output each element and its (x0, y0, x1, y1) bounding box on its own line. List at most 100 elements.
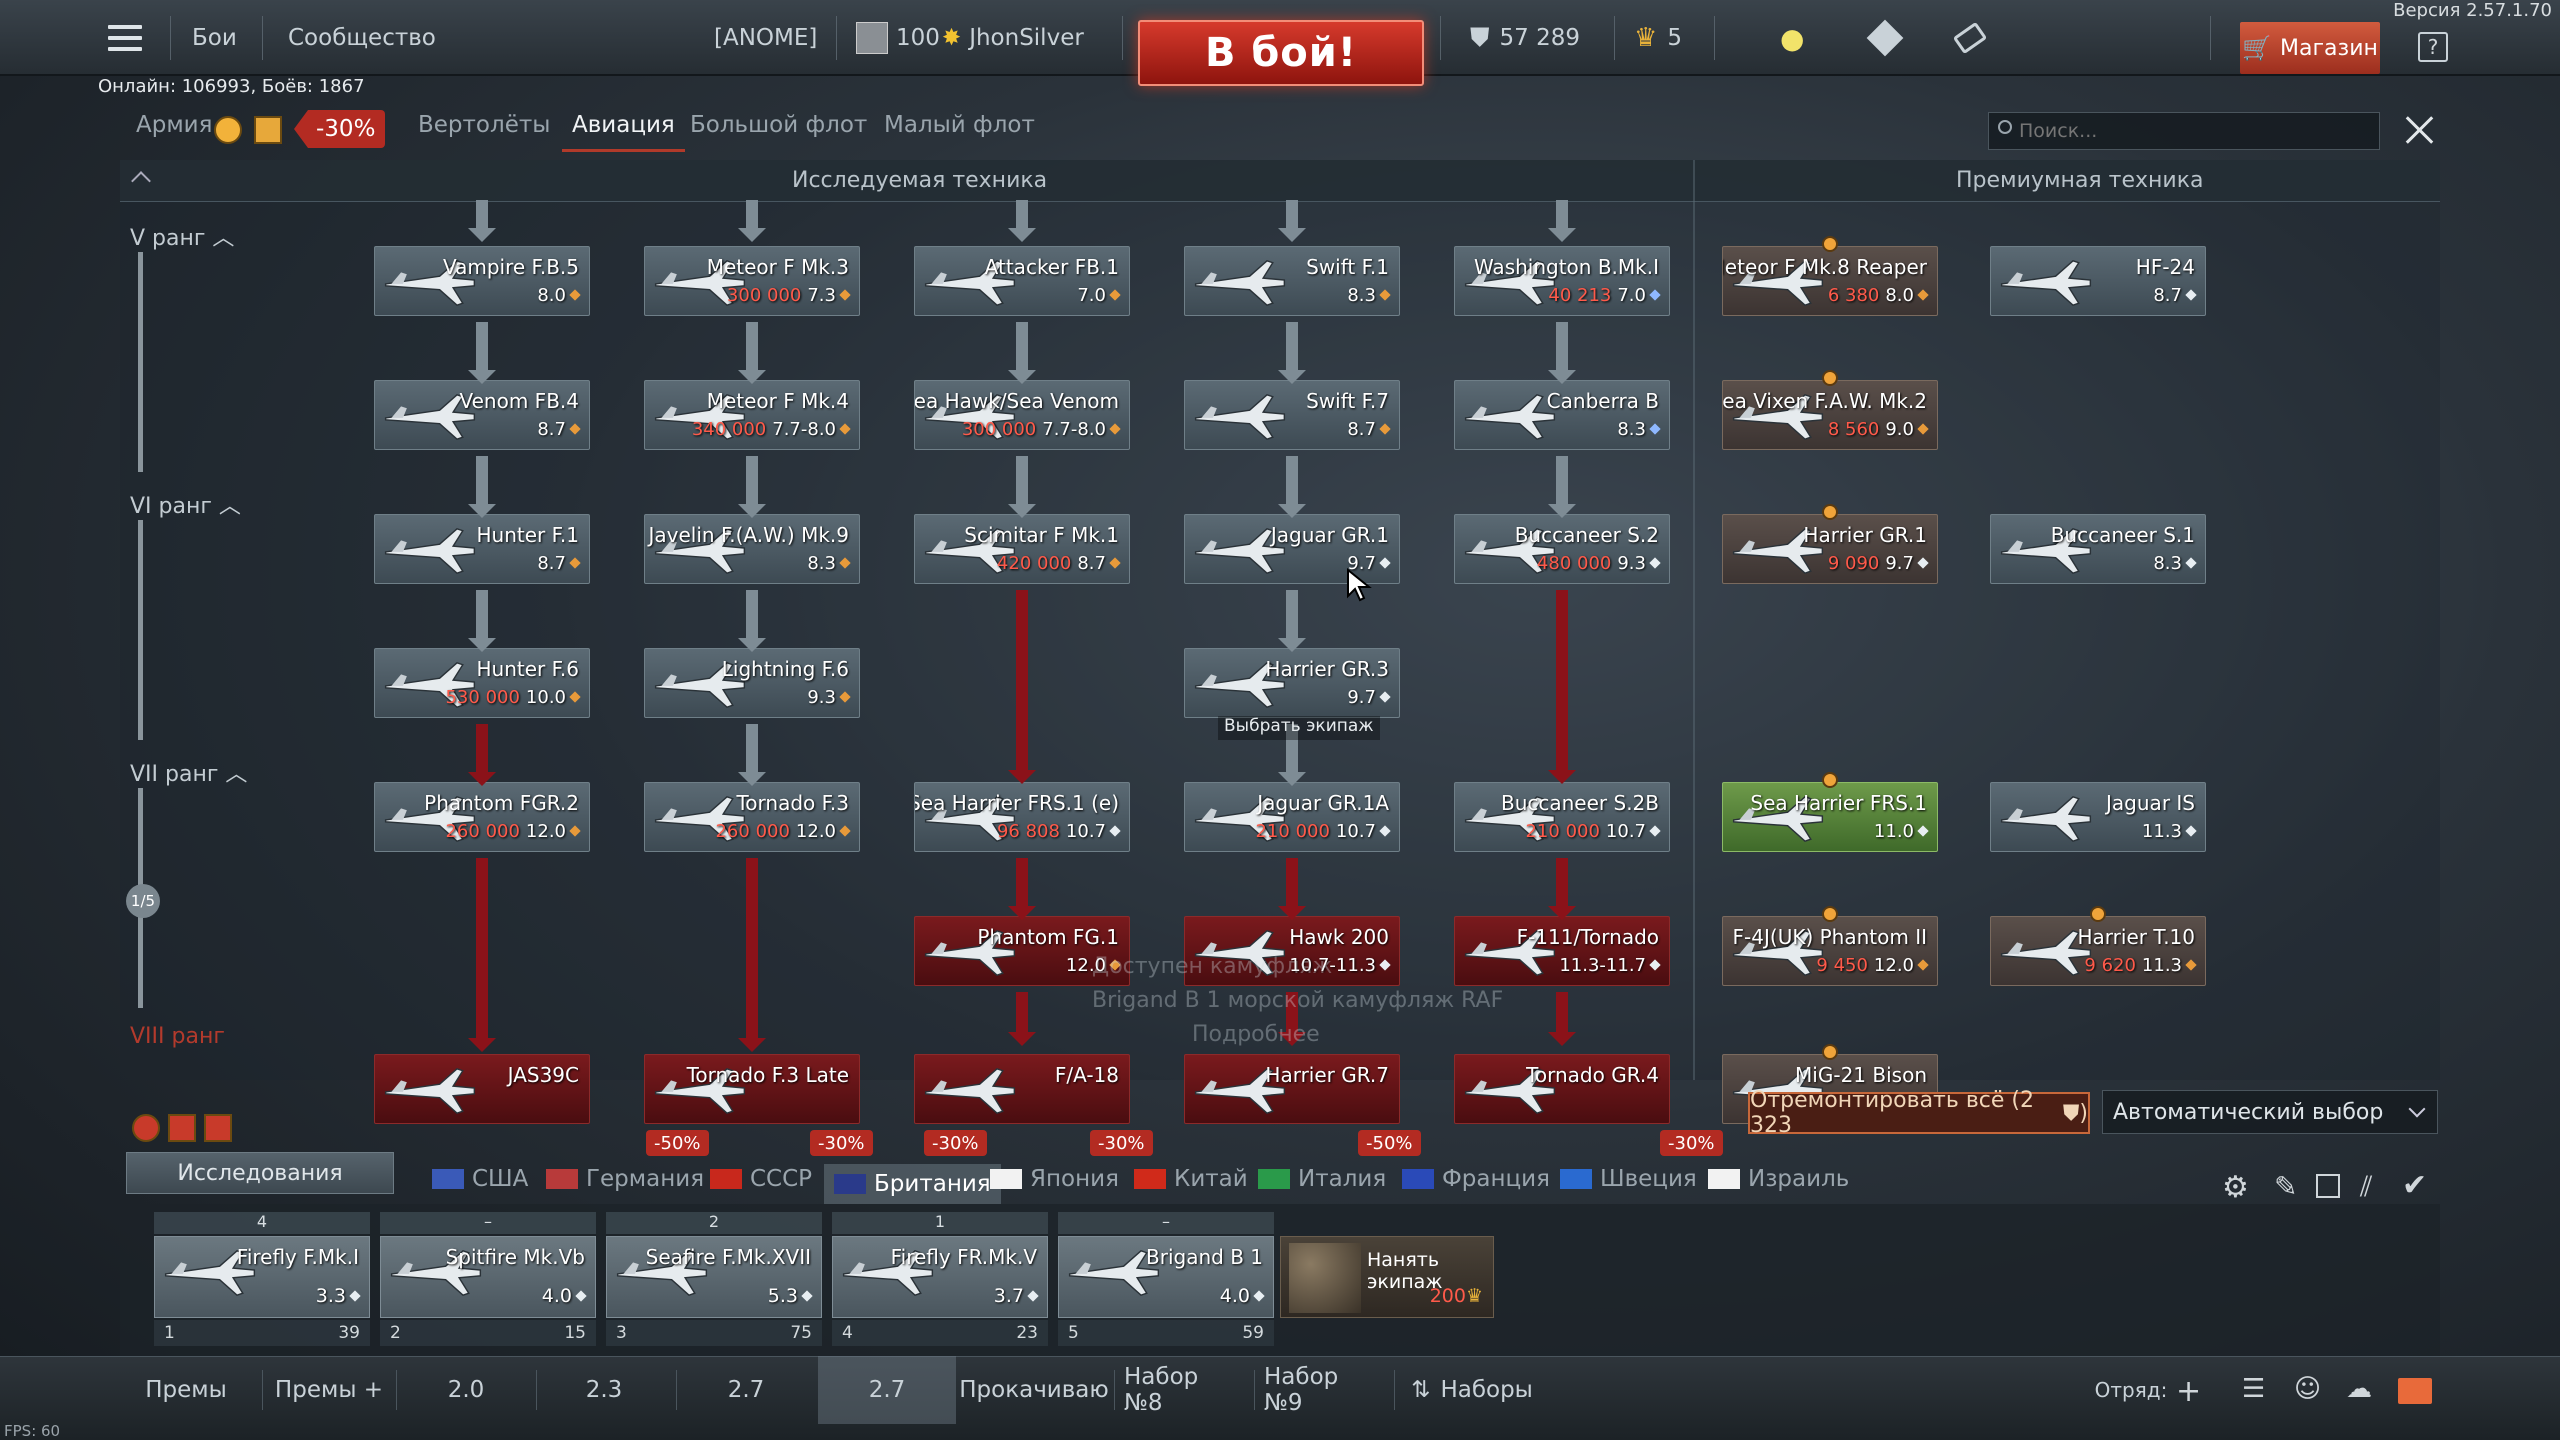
premium-vehicle-card[interactable]: HF-24 8.7 (1990, 246, 2206, 316)
filter-icon[interactable]: ⫽ (2360, 1170, 2373, 1204)
tab-blue-fleet[interactable]: Большой флот (690, 112, 867, 152)
vehicle-card[interactable]: Tornado GR.4 (1454, 1054, 1670, 1124)
nation-tab[interactable]: СССР (710, 1166, 812, 1192)
contacts-icon[interactable]: ☺ (2294, 1374, 2324, 1404)
wrench-icon[interactable]: ✎ (2274, 1170, 2297, 1203)
crew-vehicle-card[interactable]: Firefly F.Mk.I 3.3 (154, 1236, 370, 1318)
battles-menu[interactable]: Бои (192, 0, 237, 76)
shop-button[interactable]: 🛒 Магазин (2240, 22, 2380, 74)
nation-tab[interactable]: Швеция (1560, 1166, 1697, 1192)
rank-vii-label[interactable]: VII ранг ︿ (130, 756, 247, 788)
vehicle-card[interactable]: F/A-18 (914, 1054, 1130, 1124)
crew-slot[interactable]: 4 Firefly F.Mk.I 3.3 1 39 (154, 1212, 370, 1350)
vehicle-card[interactable]: Buccaneer S.2 480 000 9.3 (1454, 514, 1670, 584)
research-button[interactable]: Исследования (126, 1152, 394, 1194)
help-button[interactable]: ? (2418, 32, 2448, 62)
to-battle-button[interactable]: В бой! (1138, 20, 1424, 86)
collapse-chevron-icon[interactable] (131, 171, 151, 191)
preset-prems-plus[interactable]: Премы + (274, 1356, 384, 1424)
presets-menu[interactable]: ⇅ Наборы (1404, 1356, 1540, 1424)
nation-tab[interactable]: Китай (1134, 1166, 1248, 1192)
vehicle-card[interactable]: Lightning F.6 9.3 (644, 648, 860, 718)
nation-tab[interactable]: Израиль (1708, 1166, 1849, 1192)
premium-vehicle-card[interactable]: F-4J(UK) Phantom II 9 450 12.0 (1722, 916, 1938, 986)
tab-army[interactable]: Армия (136, 112, 212, 152)
community-menu[interactable]: Сообщество (288, 0, 436, 76)
vehicle-card[interactable]: Sea Harrier FRS.1 (e) 96 808 10.7 (914, 782, 1130, 852)
vehicle-card[interactable]: Javelin F.(A.W.) Mk.9 8.3 (644, 514, 860, 584)
vehicle-card[interactable]: Canberra B 8.3 (1454, 380, 1670, 450)
menu-button[interactable] (108, 0, 142, 76)
crew-slot[interactable]: 2 Seafire F.Mk.XVII 5.3 3 75 (606, 1212, 822, 1350)
vehicle-card[interactable]: Harrier GR.7 (1184, 1054, 1400, 1124)
nation-tab[interactable]: Германия (546, 1166, 704, 1192)
squad-tag[interactable]: [ANOME] (714, 0, 817, 76)
preset-set-9[interactable]: Набор №9 (1264, 1356, 1384, 1424)
nation-tab[interactable]: Япония (990, 1166, 1119, 1192)
checkbox-icon[interactable] (2316, 1174, 2340, 1198)
vehicle-card[interactable]: Washington B.Mk.I 40 213 7.0 (1454, 246, 1670, 316)
crew-vehicle-card[interactable]: Seafire F.Mk.XVII 5.3 (606, 1236, 822, 1318)
vehicle-card[interactable]: Hunter F.6 530 000 10.0 (374, 648, 590, 718)
tab-coastal-fleet[interactable]: Малый флот (884, 112, 1035, 152)
vehicle-card[interactable]: Meteor F Mk.4 340 000 7.7-8.0 (644, 380, 860, 450)
crew-vehicle-card[interactable]: Spitfire Mk.Vb 4.0 (380, 1236, 596, 1318)
list-view-icon[interactable]: ☰ (2242, 1374, 2272, 1404)
premium-vehicle-card[interactable]: Buccaneer S.1 8.3 (1990, 514, 2206, 584)
check-icon[interactable]: ✔ (2402, 1168, 2427, 1203)
vehicle-card[interactable]: Venom FB.4 8.7 (374, 380, 590, 450)
select-crew-tooltip[interactable]: Выбрать экипаж (1218, 716, 1380, 740)
auto-select-dropdown[interactable]: Автоматический выбор (2102, 1090, 2438, 1134)
vehicle-card[interactable]: Sea Hawk/Sea Venom 300 000 7.7-8.0 (914, 380, 1130, 450)
search-input[interactable] (1988, 112, 2380, 150)
close-icon[interactable] (2400, 110, 2440, 150)
vehicle-card[interactable]: Vampire F.B.5 8.0 (374, 246, 590, 316)
nation-tab[interactable]: Италия (1258, 1166, 1386, 1192)
preset-2-7-a[interactable]: 2.7 (690, 1356, 802, 1424)
vehicle-card[interactable]: Harrier GR.3 9.7 (1184, 648, 1400, 718)
vehicle-card[interactable]: JAS39C (374, 1054, 590, 1124)
vehicle-card[interactable]: Attacker FB.1 7.0 (914, 246, 1130, 316)
crew-vehicle-card[interactable]: Firefly FR.Mk.V 3.7 (832, 1236, 1048, 1318)
vehicle-card[interactable]: Tornado F.3 260 000 12.0 (644, 782, 860, 852)
vehicle-card[interactable]: Phantom FGR.2 260 000 12.0 (374, 782, 590, 852)
preset-2-7-b[interactable]: 2.7 (818, 1356, 956, 1424)
crew-slot[interactable]: 1 Firefly FR.Mk.V 3.7 4 23 (832, 1212, 1048, 1350)
vehicle-card[interactable]: Meteor F Mk.3 300 000 7.3 (644, 246, 860, 316)
vehicle-card[interactable]: Hunter F.1 8.7 (374, 514, 590, 584)
preset-2-0[interactable]: 2.0 (410, 1356, 522, 1424)
hint-bulb-icon[interactable]: ● (1780, 0, 1804, 76)
crew-slot[interactable]: – Spitfire Mk.Vb 4.0 2 15 (380, 1212, 596, 1350)
player-profile[interactable]: 100 ✸ JhonSilver (856, 0, 1084, 76)
vehicle-card[interactable]: Swift F.1 8.3 (1184, 246, 1400, 316)
premium-vehicle-card[interactable]: Jaguar IS 11.3 (1990, 782, 2206, 852)
mail-icon[interactable] (2398, 1378, 2432, 1404)
nation-tab[interactable]: США (432, 1166, 528, 1192)
hire-crew-slot[interactable]: Нанять экипаж 200♛ (1280, 1236, 1494, 1318)
repair-all-button[interactable]: Отремонтировать всё (2 323 ⛊) (1748, 1088, 2090, 1138)
premium-vehicle-card[interactable]: Sea Harrier FRS.1 11.0 (1722, 782, 1938, 852)
rank-vi-label[interactable]: VI ранг ︿ (130, 488, 241, 520)
silver-lions-balance[interactable]: ⛊ 57 289 (1470, 0, 1580, 76)
preset-prems[interactable]: Премы (140, 1356, 232, 1424)
add-squad-icon[interactable]: + (2176, 1374, 2206, 1409)
premium-vehicle-card[interactable]: Sea Vixen F.A.W. Mk.2 8 560 9.0 (1722, 380, 1938, 450)
crew-slot[interactable]: – Brigand B 1 4.0 5 59 (1058, 1212, 1274, 1350)
tab-aviation[interactable]: Авиация (562, 112, 685, 152)
nation-tab[interactable]: Британия (824, 1164, 1001, 1204)
decals-icon[interactable] (1866, 0, 1904, 76)
vehicle-card[interactable]: Swift F.7 8.7 (1184, 380, 1400, 450)
vehicle-card[interactable]: Tornado F.3 Late (644, 1054, 860, 1124)
premium-vehicle-card[interactable]: Harrier T.10 9 620 11.3 (1990, 916, 2206, 986)
preset-set-8[interactable]: Набор №8 (1124, 1356, 1244, 1424)
preset-2-3[interactable]: 2.3 (548, 1356, 660, 1424)
nation-tab[interactable]: Франция (1402, 1166, 1550, 1192)
crew-vehicle-card[interactable]: Brigand B 1 4.0 (1058, 1236, 1274, 1318)
rank-viii-label[interactable]: VIII ранг (130, 1024, 225, 1049)
preset-grinding[interactable]: Прокачиваю (959, 1356, 1109, 1424)
vehicle-card[interactable]: Jaguar GR.1A 210 000 10.7 (1184, 782, 1400, 852)
vehicle-card[interactable]: Buccaneer S.2B 210 000 10.7 (1454, 782, 1670, 852)
premium-vehicle-card[interactable]: Meteor F Mk.8 Reaper 6 380 8.0 (1722, 246, 1938, 316)
vehicle-card[interactable]: Scimitar F Mk.1 420 000 8.7 (914, 514, 1130, 584)
golden-eagles-balance[interactable]: ♛ 5 (1634, 0, 1682, 76)
